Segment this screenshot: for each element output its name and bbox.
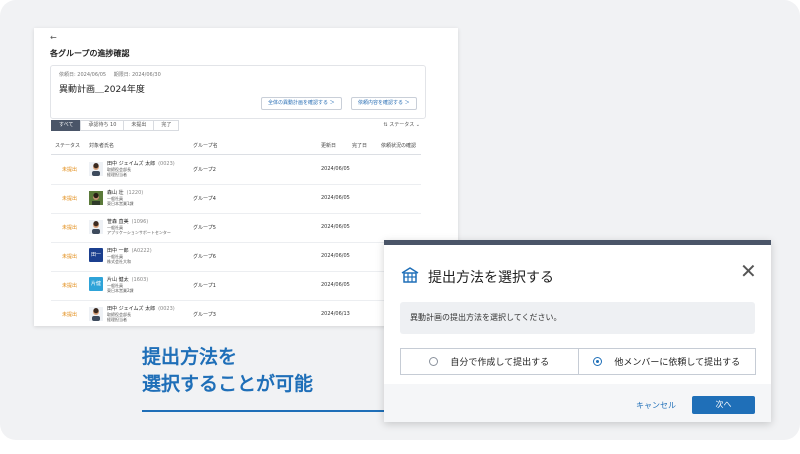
avatar xyxy=(89,219,103,234)
status-badge: 未提出 xyxy=(62,196,78,202)
updated-date: 2024/06/05 xyxy=(321,253,350,259)
next-button[interactable]: 次へ xyxy=(692,396,755,414)
dialog-title: 提出方法を選択する xyxy=(428,270,554,286)
col-status: ステータス xyxy=(55,143,81,149)
radio-other-selected[interactable] xyxy=(593,357,603,366)
member-id: (0023) xyxy=(158,161,175,167)
group-name: グループ3 xyxy=(193,312,216,318)
table-row[interactable]: 未提出 片健 片山 健太 (1603) 一般社員 東日本営業2課 グループ1 2024/06/… xyxy=(51,271,421,301)
callout-text: 提出方法を 選択することが可能 xyxy=(142,344,313,398)
submit-method-options: 自分で作成して提出する 他メンバーに依頼して提出する xyxy=(400,348,756,375)
back-icon[interactable]: ← xyxy=(50,33,57,42)
group-name: グループ1 xyxy=(193,283,216,289)
table-row[interactable]: 未提出 田中 ジェイムズ 太郎 (0023) 取締役会部長 経理担当者 グループ3 2024… xyxy=(51,300,421,326)
status-badge: 未提出 xyxy=(62,312,78,318)
member-title: 東日本営業1課 xyxy=(107,201,134,206)
status-badge: 未提出 xyxy=(62,225,78,231)
dialog-footer: キャンセル 次へ xyxy=(384,384,771,422)
close-icon[interactable]: ✕ xyxy=(740,261,757,281)
member-name[interactable]: 森山 壮 (1220) xyxy=(107,189,143,196)
avatar: 田一 xyxy=(89,248,103,262)
cancel-button[interactable]: キャンセル xyxy=(636,400,676,411)
building-icon xyxy=(400,266,420,288)
avatar xyxy=(89,190,103,205)
member-id: (1603) xyxy=(131,277,149,283)
request-date: 依頼日: 2024/06/05 xyxy=(59,72,107,78)
status-tabs: すべて 承認待ち 10 未提出 完了 xyxy=(51,120,180,131)
table-row[interactable]: 未提出 田中 ジェイムズ 太郎 (0023) 取締役会部長 経理担当者 グループ2 2024… xyxy=(51,155,421,185)
status-filter[interactable]: ⇅ ステータス ⌄ xyxy=(383,121,420,128)
tab-awaiting-approval[interactable]: 承認待ち 10 xyxy=(80,120,125,131)
status-badge: 未提出 xyxy=(62,254,78,260)
avatar: 片健 xyxy=(89,277,103,291)
updated-date: 2024/06/05 xyxy=(321,195,350,201)
member-detail: 一般社員 東日本営業2課 xyxy=(107,283,134,293)
callout-line2: 選択することが可能 xyxy=(142,373,314,395)
updated-date: 2024/06/05 xyxy=(321,166,350,172)
member-name[interactable]: 田中 ジェイムズ 太郎 (0023) xyxy=(107,160,175,167)
option-self-submit[interactable]: 自分で作成して提出する xyxy=(401,349,578,374)
view-request-button[interactable]: 依頼内容を確認する ＞ xyxy=(351,97,417,110)
group-name: グループ5 xyxy=(193,225,216,231)
stage: ← 各グループの進捗確認 依頼日: 2024/06/05 期限日: 2024/0… xyxy=(0,0,800,454)
group-name: グループ6 xyxy=(193,254,216,260)
option-other-label: 他メンバーに依頼して提出する xyxy=(614,358,741,368)
view-overall-plan-button[interactable]: 全体の異動計画を確認する ＞ xyxy=(261,97,342,110)
option-self-label: 自分で作成して提出する xyxy=(450,358,550,368)
member-name[interactable]: 田中 ジェイムズ 太郎 (0023) xyxy=(107,305,175,312)
updated-date: 2024/06/05 xyxy=(321,282,350,288)
status-filter-label: ステータス ⌄ xyxy=(389,122,420,128)
member-name[interactable]: 片山 健太 (1603) xyxy=(107,276,148,283)
submit-method-dialog: 提出方法を選択する ✕ 異動計画の提出方法を選択してください。 自分で作成して提… xyxy=(384,240,771,422)
member-detail: 一般社員 株式会社大和 xyxy=(107,254,131,264)
dialog-top-bar xyxy=(384,240,771,245)
col-updated: 更新日 xyxy=(321,143,337,149)
tab-all[interactable]: すべて xyxy=(51,120,82,131)
member-name[interactable]: 笹森 直美 (1096) xyxy=(107,218,148,225)
member-detail: 取締役会部長 経理担当者 xyxy=(107,167,131,177)
callout-connector xyxy=(142,410,414,412)
tab-completed[interactable]: 完了 xyxy=(153,120,180,131)
status-badge: 未提出 xyxy=(62,283,78,289)
col-group: グループ名 xyxy=(193,143,218,149)
status-badge: 未提出 xyxy=(62,167,78,173)
option-request-member[interactable]: 他メンバーに依頼して提出する xyxy=(577,349,756,374)
plan-card: 依頼日: 2024/06/05 期限日: 2024/06/30 異動計画＿202… xyxy=(50,65,426,119)
group-name: グループ2 xyxy=(193,167,216,173)
member-title: 株式会社大和 xyxy=(107,259,131,264)
tab-not-submitted[interactable]: 未提出 xyxy=(123,120,155,131)
col-target: 対象者氏名 xyxy=(89,143,115,149)
updated-date: 2024/06/13 xyxy=(321,311,350,317)
member-name[interactable]: 田中 一郎 (A0222) xyxy=(107,247,152,254)
callout-line1: 提出方法を xyxy=(142,346,238,368)
dialog-message: 異動計画の提出方法を選択してください。 xyxy=(400,302,755,334)
member-detail: 一般社員 アプリケーションサポートセンター xyxy=(107,225,171,235)
table-row[interactable]: 未提出 田一 田中 一郎 (A0222) 一般社員 株式会社大和 グループ6 2024/06/… xyxy=(51,242,421,272)
member-detail: 取締役会部長 経理担当者 xyxy=(107,312,131,322)
member-title: 経理担当者 xyxy=(107,317,127,322)
member-detail: 一般社員 東日本営業1課 xyxy=(107,196,134,206)
member-title: 東日本営業2課 xyxy=(107,288,134,293)
page-title: 各グループの進捗確認 xyxy=(50,49,130,58)
member-id: (0023) xyxy=(158,306,175,312)
avatar xyxy=(89,306,103,321)
group-name: グループ4 xyxy=(193,196,216,202)
table-header: ステータス 対象者氏名 グループ名 更新日 完了日 依頼状況の確認 xyxy=(51,136,421,155)
member-id: (A0222) xyxy=(131,248,152,254)
table-row[interactable]: 未提出 森山 壮 (1220) 一般社員 東日本営業1課 グループ4 2024/06/05 xyxy=(51,184,421,214)
table-row[interactable]: 未提出 笹森 直美 (1096) 一般社員 アプリケーションサポートセンター グループ5 2… xyxy=(51,213,421,243)
col-done: 完了日 xyxy=(352,143,368,149)
plan-dates: 依頼日: 2024/06/05 期限日: 2024/06/30 xyxy=(59,71,167,78)
plan-title: 異動計画＿2024年度 xyxy=(59,85,145,95)
col-confirm: 依頼状況の確認 xyxy=(381,143,417,149)
radio-self[interactable] xyxy=(429,357,439,366)
updated-date: 2024/06/05 xyxy=(321,224,350,230)
avatar xyxy=(89,161,103,176)
member-title: アプリケーションサポートセンター xyxy=(107,230,171,235)
member-title: 経理担当者 xyxy=(107,172,127,177)
due-date: 期限日: 2024/06/30 xyxy=(113,72,161,78)
